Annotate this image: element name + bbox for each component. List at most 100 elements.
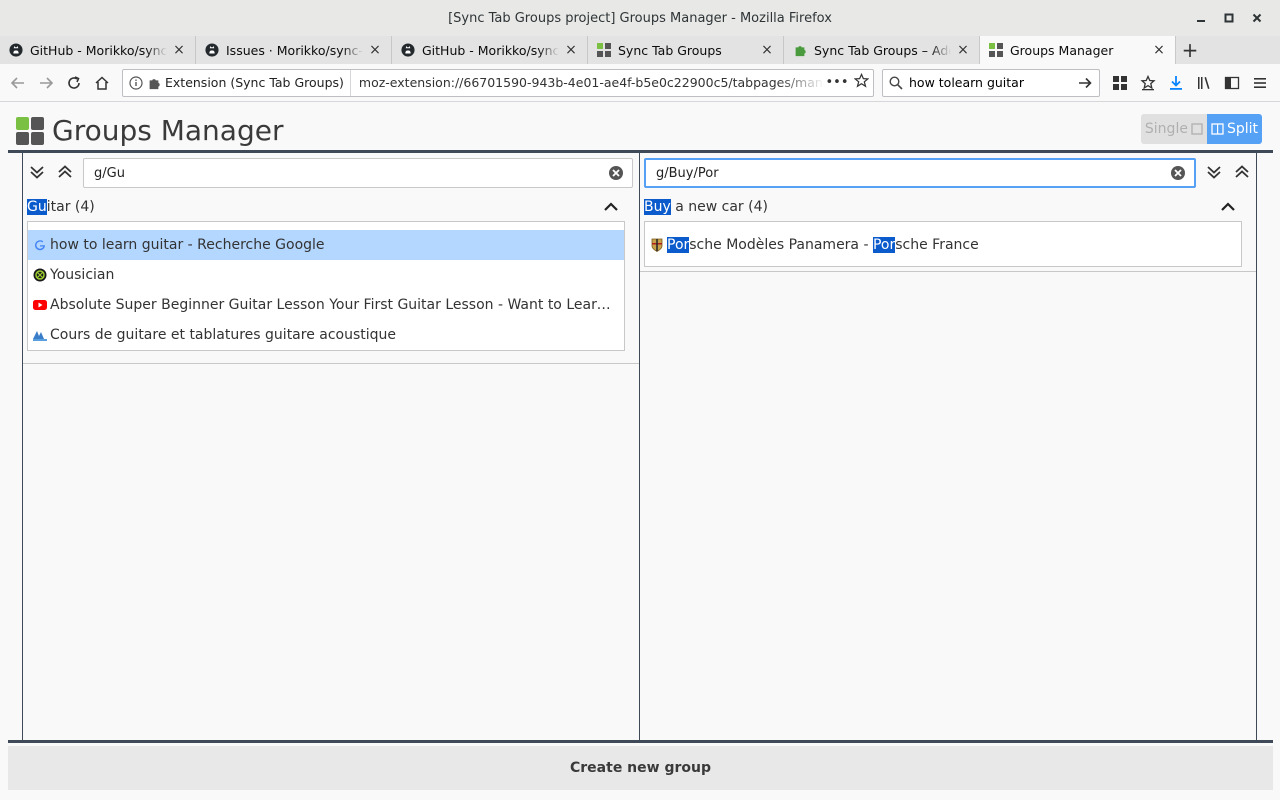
reload-button[interactable] bbox=[60, 69, 88, 97]
tab-title: Porsche Modèles Panamera - Porsche Franc… bbox=[667, 237, 1241, 253]
page-actions-button[interactable]: ••• bbox=[825, 75, 849, 90]
library-icon bbox=[1198, 76, 1210, 89]
group-name-rest: itar (4) bbox=[46, 199, 95, 215]
search-input[interactable] bbox=[909, 75, 1077, 90]
downloads-button[interactable] bbox=[1162, 69, 1190, 97]
browser-tab[interactable]: Sync Tab Groups – Add-ons × bbox=[784, 36, 980, 64]
site-identity[interactable]: Extension (Sync Tab Groups) bbox=[123, 69, 351, 96]
close-tab-icon[interactable]: × bbox=[563, 42, 579, 58]
list-item[interactable]: how to learn guitar - Recherche Google bbox=[28, 230, 624, 260]
forward-button[interactable] bbox=[32, 69, 60, 97]
close-tab-icon[interactable]: × bbox=[1151, 42, 1167, 58]
tab-title: how to learn guitar - Recherche Google bbox=[50, 237, 325, 253]
group-collapse-button[interactable] bbox=[601, 197, 621, 217]
double-chevron-up-icon bbox=[1235, 165, 1249, 178]
browser-tab-active[interactable]: Groups Manager × bbox=[980, 36, 1176, 64]
double-chevron-down-icon bbox=[30, 166, 44, 179]
list-item[interactable]: Porsche Modèles Panamera - Porsche Franc… bbox=[645, 230, 1241, 260]
tab-title: Cours de guitare et tablatures guitare a… bbox=[50, 327, 397, 343]
identity-label: Extension (Sync Tab Groups) bbox=[165, 75, 344, 90]
url-text[interactable]: moz-extension://66701590-943b-4e01-ae4f-… bbox=[351, 75, 825, 90]
window-titlebar: [Sync Tab Groups project] Groups Manager… bbox=[0, 0, 1280, 36]
close-tab-icon[interactable]: × bbox=[759, 42, 775, 58]
clear-circle-icon bbox=[1171, 166, 1185, 180]
menu-button[interactable] bbox=[1246, 69, 1274, 97]
window-title: [Sync Tab Groups project] Groups Manager… bbox=[448, 10, 832, 26]
chevron-up-icon bbox=[1221, 202, 1235, 211]
view-mode-toggle: Single Split bbox=[1140, 114, 1262, 144]
group-collapse-button[interactable] bbox=[1218, 197, 1238, 217]
plus-icon: + bbox=[1181, 38, 1199, 62]
page-title: Groups Manager bbox=[52, 114, 284, 147]
search-bar[interactable] bbox=[882, 68, 1100, 97]
left-pane: Guitar (4) how to learn guitar - Recherc… bbox=[22, 153, 640, 740]
title-part: sche Modèles Panamera - bbox=[689, 237, 873, 253]
group-header[interactable]: Buy a new car (4) bbox=[644, 193, 1242, 221]
group-name-match: Buy bbox=[644, 199, 671, 215]
right-search-field[interactable] bbox=[644, 158, 1196, 188]
github-icon bbox=[400, 42, 416, 58]
maximize-button[interactable] bbox=[1218, 9, 1240, 27]
home-button[interactable] bbox=[88, 69, 116, 97]
sidebar-button[interactable] bbox=[1218, 69, 1246, 97]
sync-tab-groups-button[interactable] bbox=[1106, 69, 1134, 97]
expand-all-button[interactable] bbox=[1202, 160, 1226, 184]
split-mode-button[interactable]: Split bbox=[1206, 114, 1262, 144]
browser-tab[interactable]: Issues · Morikko/sync-tab-groups × bbox=[196, 36, 392, 64]
single-mode-button[interactable]: Single bbox=[1140, 114, 1207, 144]
group-buy-a-new-car: Buy a new car (4) Porsche Modèles Paname… bbox=[644, 193, 1242, 267]
browser-tab[interactable]: GitHub - Morikko/sync-tab-groups × bbox=[0, 36, 196, 64]
tab-label: GitHub - Morikko/sync-tab-groups bbox=[30, 42, 167, 58]
collapse-all-button[interactable] bbox=[1230, 160, 1254, 184]
tab-label: Groups Manager bbox=[1010, 42, 1114, 58]
close-window-button[interactable] bbox=[1246, 9, 1268, 27]
guitar-site-icon bbox=[32, 327, 48, 343]
expand-all-button[interactable] bbox=[25, 160, 49, 184]
single-pane-icon bbox=[1191, 123, 1203, 135]
browser-tab[interactable]: GitHub - Morikko/synctab × bbox=[392, 36, 588, 64]
left-pane-toolbar bbox=[23, 158, 639, 188]
star-icon bbox=[853, 72, 869, 88]
url-bar[interactable]: Extension (Sync Tab Groups) moz-extensio… bbox=[122, 68, 874, 97]
group-header[interactable]: Gu itar (4) bbox=[27, 193, 625, 221]
more-icon: ••• bbox=[825, 75, 849, 90]
bookmark-star-button[interactable] bbox=[849, 72, 873, 92]
clear-search-button[interactable] bbox=[606, 163, 626, 183]
tab-title: Yousician bbox=[50, 267, 115, 283]
library-button[interactable] bbox=[1190, 69, 1218, 97]
close-tab-icon[interactable]: × bbox=[955, 42, 971, 58]
puzzle-icon bbox=[792, 42, 808, 58]
navigation-toolbar: Extension (Sync Tab Groups) moz-extensio… bbox=[0, 64, 1280, 102]
search-icon bbox=[889, 75, 903, 90]
sidebar-icon bbox=[1224, 76, 1240, 89]
panes-container: Guitar (4) how to learn guitar - Recherc… bbox=[8, 150, 1273, 743]
sync-tab-groups-icon bbox=[1113, 75, 1127, 90]
title-match: Por bbox=[872, 237, 896, 253]
left-search-field[interactable] bbox=[83, 158, 633, 188]
create-new-group-button[interactable]: Create new group bbox=[8, 746, 1273, 790]
left-search-input[interactable] bbox=[84, 165, 606, 181]
github-icon bbox=[204, 42, 220, 58]
groups-manager-page: Groups Manager Single Split g/Gu Gu itar… bbox=[0, 102, 1280, 800]
browser-tab[interactable]: Sync Tab Groups × bbox=[588, 36, 784, 64]
list-item[interactable]: Cours de guitare et tablatures guitare a… bbox=[28, 320, 624, 350]
info-icon bbox=[129, 75, 143, 90]
close-tab-icon[interactable]: × bbox=[367, 42, 383, 58]
sync-tab-groups-icon bbox=[596, 42, 612, 58]
clear-search-button[interactable] bbox=[1168, 163, 1188, 183]
clear-circle-icon bbox=[609, 166, 623, 180]
close-tab-icon[interactable]: × bbox=[171, 42, 187, 58]
new-tab-button[interactable]: + bbox=[1176, 36, 1204, 64]
collapse-all-button[interactable] bbox=[53, 160, 77, 184]
minimize-button[interactable] bbox=[1190, 9, 1212, 27]
youtube-icon bbox=[32, 297, 48, 313]
tab-strip: GitHub - Morikko/sync-tab-groups × Issue… bbox=[0, 36, 1280, 64]
download-icon bbox=[1170, 75, 1182, 90]
tab-label: GitHub - Morikko/synctab bbox=[422, 42, 559, 58]
maximize-icon bbox=[1224, 13, 1234, 23]
list-item[interactable]: Absolute Super Beginner Guitar Lesson Yo… bbox=[28, 290, 624, 320]
back-button[interactable] bbox=[4, 69, 32, 97]
right-search-input[interactable] bbox=[646, 165, 1168, 181]
list-item[interactable]: Yousician bbox=[28, 260, 624, 290]
bookmarks-button[interactable] bbox=[1134, 69, 1162, 97]
